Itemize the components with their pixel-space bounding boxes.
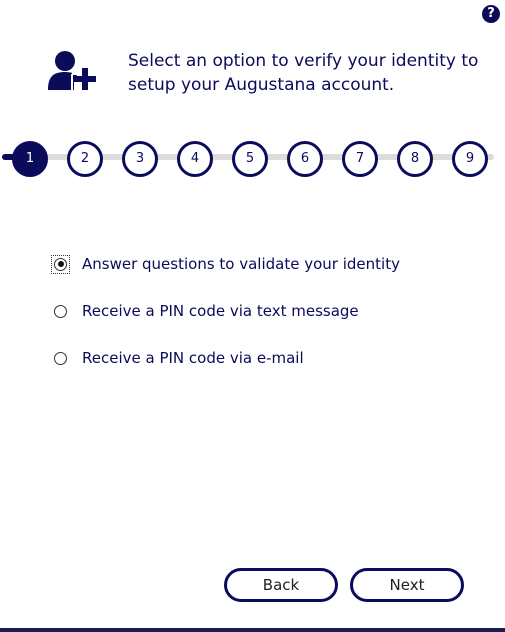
- instruction-text: Select an option to verify your identity…: [128, 51, 479, 95]
- step-9[interactable]: 9: [452, 141, 488, 177]
- verification-options: Answer questions to validate your identi…: [51, 252, 400, 393]
- radio-answer-questions[interactable]: [51, 254, 70, 274]
- option-label: Answer questions to validate your identi…: [82, 255, 400, 273]
- radio-unchecked-icon: [54, 351, 67, 365]
- radio-pin-email[interactable]: [52, 350, 69, 367]
- bottom-bar: [0, 628, 505, 632]
- option-label: Receive a PIN code via e-mail: [82, 349, 304, 367]
- step-1[interactable]: 1: [12, 141, 48, 177]
- option-label: Receive a PIN code via text message: [82, 302, 359, 320]
- progress-stepper: 1 2 3 4 5 6 7 8 9: [0, 140, 505, 177]
- step-3[interactable]: 3: [122, 141, 158, 177]
- step-8[interactable]: 8: [397, 141, 433, 177]
- step-4[interactable]: 4: [177, 141, 213, 177]
- step-5[interactable]: 5: [232, 141, 268, 177]
- radio-unchecked-icon: [54, 304, 67, 318]
- step-7[interactable]: 7: [342, 141, 378, 177]
- back-button[interactable]: Back: [224, 568, 338, 602]
- option-pin-email[interactable]: Receive a PIN code via e-mail: [52, 346, 400, 370]
- next-button[interactable]: Next: [350, 568, 464, 602]
- option-answer-questions[interactable]: Answer questions to validate your identi…: [51, 252, 400, 276]
- radio-checked-icon: [54, 257, 67, 271]
- option-pin-text[interactable]: Receive a PIN code via text message: [52, 299, 400, 323]
- radio-pin-text[interactable]: [52, 303, 69, 320]
- step-6[interactable]: 6: [287, 141, 323, 177]
- help-icon[interactable]: ?: [482, 5, 500, 23]
- step-2[interactable]: 2: [67, 141, 103, 177]
- user-plus-icon: [48, 51, 96, 90]
